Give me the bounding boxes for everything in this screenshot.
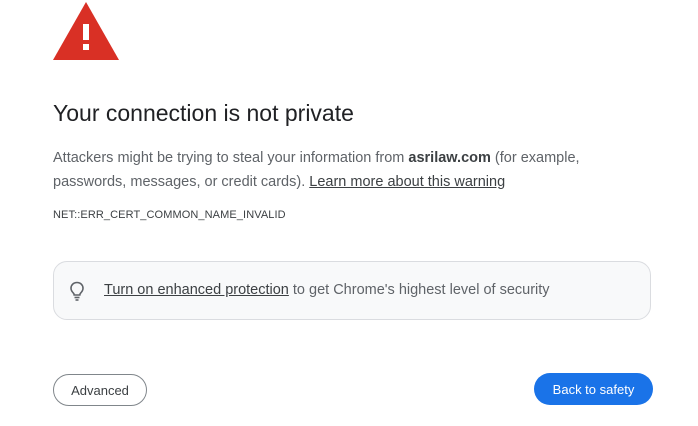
warning-message: Attackers might be trying to steal your …	[53, 146, 653, 194]
message-prefix: Attackers might be trying to steal your …	[53, 150, 409, 166]
error-code: NET::ERR_CERT_COMMON_NAME_INVALID	[53, 209, 286, 221]
enhanced-protection-banner: Turn on enhanced protection to get Chrom…	[53, 261, 651, 320]
enhanced-protection-link[interactable]: Turn on enhanced protection	[104, 282, 289, 298]
lightbulb-icon	[70, 281, 84, 301]
protection-text: Turn on enhanced protection to get Chrom…	[104, 282, 550, 298]
back-to-safety-button[interactable]: Back to safety	[534, 373, 653, 405]
advanced-button[interactable]: Advanced	[53, 374, 147, 406]
page-title: Your connection is not private	[53, 100, 354, 126]
protection-suffix: to get Chrome's highest level of securit…	[288, 282, 550, 298]
warning-triangle-icon	[53, 2, 119, 60]
site-domain: asrilaw.com	[408, 150, 491, 166]
interstitial-page: Your connection is not private Attackers…	[0, 0, 698, 426]
learn-more-link[interactable]: Learn more about this warning	[309, 174, 505, 190]
